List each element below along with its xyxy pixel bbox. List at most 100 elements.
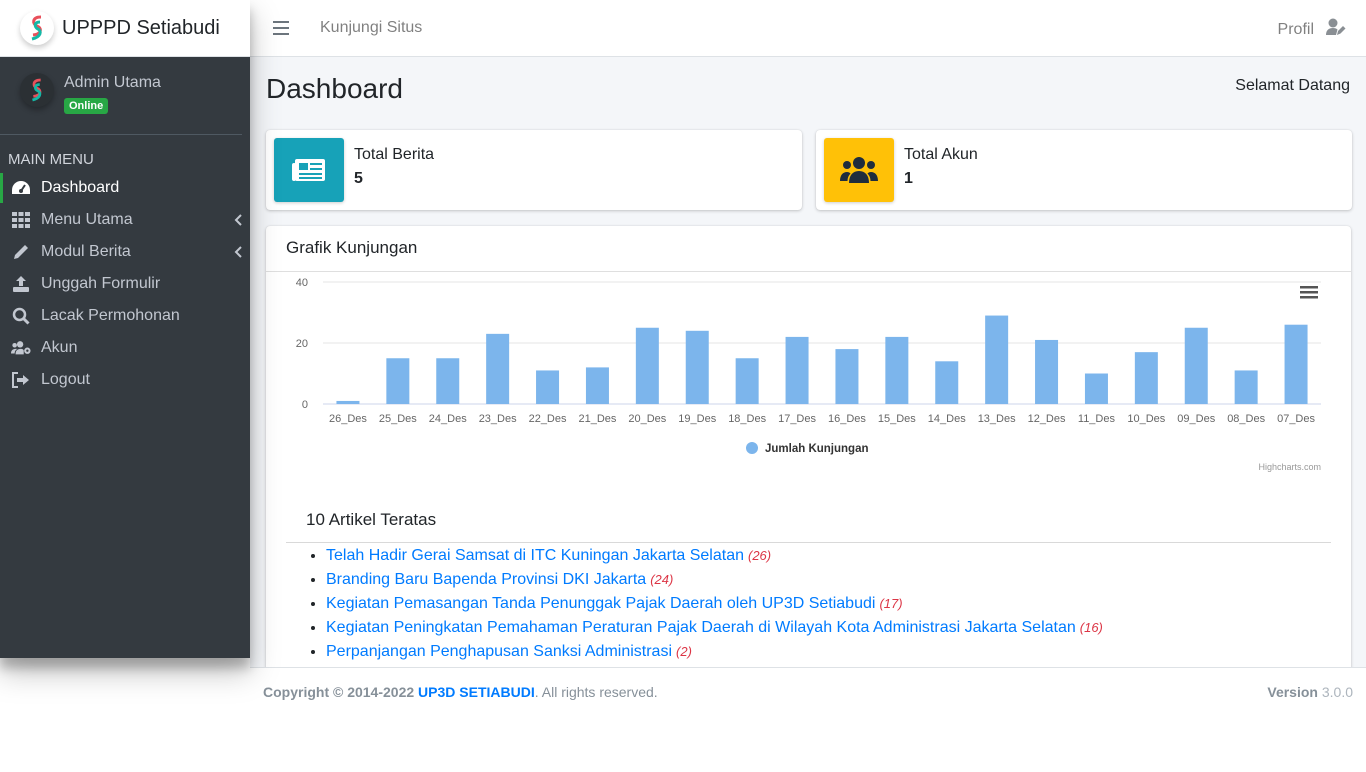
article-count: (17) — [879, 596, 903, 611]
bar — [1084, 373, 1108, 404]
article-count: (16) — [1079, 620, 1103, 635]
x-tick-label: 20_Des — [628, 413, 666, 425]
sidebar-item-menu-utama[interactable]: Menu Utama — [0, 204, 250, 236]
x-tick-label: 17_Des — [778, 413, 816, 425]
bar — [935, 361, 959, 404]
profile-label: Profil — [1277, 20, 1314, 38]
article-link[interactable]: Kegiatan Peningkatan Pemahaman Peraturan… — [326, 619, 1076, 636]
upload-icon — [11, 274, 31, 294]
pencil-icon — [11, 242, 31, 262]
sign-out-icon — [11, 370, 31, 390]
info-box-total-berita: Total Berita 5 — [266, 130, 802, 210]
x-tick-label: 24_Des — [429, 413, 467, 425]
bar — [685, 330, 709, 404]
bar — [635, 327, 659, 404]
welcome-text: Selamat Datang — [1235, 77, 1350, 94]
hamburger-menu-icon[interactable] — [273, 21, 289, 35]
article-link[interactable]: Telah Hadir Gerai Samsat di ITC Kuningan… — [326, 547, 744, 564]
users-cog-icon — [11, 338, 31, 358]
article-link[interactable]: Branding Baru Bapenda Provinsi DKI Jakar… — [326, 571, 646, 588]
x-tick-label: 26_Des — [329, 413, 367, 425]
nav-header: MAIN MENU — [8, 151, 94, 168]
card-title: Grafik Kunjungan — [266, 226, 1351, 272]
bar — [1234, 370, 1258, 404]
visit-bar-chart: 0 20 40 26_Des 25_Des 24_Des 23_Des 22_Des 21_De… — [296, 277, 1321, 472]
y-tick-label: 20 — [296, 338, 308, 350]
x-tick-label: 15_Des — [878, 413, 916, 425]
x-tick-label: 09_Des — [1177, 413, 1215, 425]
newspaper-icon — [274, 138, 344, 202]
x-tick-label: 08_Des — [1227, 413, 1265, 425]
sidebar-item-dashboard[interactable]: Dashboard — [0, 172, 250, 204]
x-tick-label: 10_Des — [1127, 413, 1165, 425]
legend-marker — [746, 442, 758, 454]
bar — [585, 367, 609, 404]
list-item: Branding Baru Bapenda Provinsi DKI Jakar… — [326, 568, 1103, 592]
chart-menu-icon[interactable] — [1300, 286, 1318, 299]
bar — [486, 333, 510, 404]
top-articles-title: 10 Artikel Teratas — [306, 510, 437, 529]
footer-brand-link[interactable]: UP3D SETIABUDI — [418, 684, 535, 700]
version-label: Version — [1267, 684, 1318, 700]
user-name[interactable]: Admin Utama — [64, 74, 161, 92]
info-box-value: 1 — [904, 170, 913, 187]
version-info: Version 3.0.0 — [1267, 684, 1353, 700]
x-tick-label: 18_Des — [728, 413, 766, 425]
copyright-text: Copyright © 2014-2022 — [263, 684, 415, 700]
x-tick-label: 22_Des — [529, 413, 567, 425]
status-badge: Online — [64, 98, 109, 114]
list-item: Perpanjangan Penghapusan Sanksi Administ… — [326, 640, 1103, 664]
users-icon — [824, 138, 894, 202]
y-tick-label: 0 — [302, 399, 308, 411]
sidebar-item-lacak-permohonan[interactable]: Lacak Permohonan — [0, 300, 250, 332]
list-item: Kegiatan Peningkatan Pemahaman Peraturan… — [326, 616, 1103, 640]
chart-credits[interactable]: Highcharts.com — [1258, 462, 1321, 472]
bar — [785, 336, 809, 404]
sidebar-item-unggah-formulir[interactable]: Unggah Formulir — [0, 268, 250, 300]
bar — [386, 358, 410, 404]
sidebar-item-akun[interactable]: Akun — [0, 332, 250, 364]
x-tick-label: 14_Des — [928, 413, 966, 425]
search-icon — [11, 306, 31, 326]
visit-chart-card: Grafik Kunjungan 0 20 40 26_Des 25_Des 24_Des… — [266, 226, 1351, 667]
sidebar: UPPPD Setiabudi Admin Utama Online MAIN … — [0, 0, 250, 658]
info-box-value: 5 — [354, 170, 363, 187]
legend-label: Jumlah Kunjungan — [765, 443, 869, 455]
chevron-left-icon — [234, 213, 242, 231]
sidebar-item-label: Menu Utama — [41, 211, 133, 228]
brand-link[interactable]: UPPPD Setiabudi — [0, 0, 250, 57]
sidebar-item-modul-berita[interactable]: Modul Berita — [0, 236, 250, 268]
x-tick-label: 13_Des — [978, 413, 1016, 425]
info-box-label: Total Berita — [354, 146, 435, 163]
rights-text: . All rights reserved. — [534, 684, 658, 700]
brand-text: UPPPD Setiabudi — [62, 16, 220, 39]
visit-site-link[interactable]: Kunjungi Situs — [320, 19, 422, 37]
article-link[interactable]: Kegiatan Pemasangan Tanda Penunggak Paja… — [326, 595, 875, 612]
footer: Copyright © 2014-2022 UP3D SETIABUDI. Al… — [250, 667, 1366, 715]
bar — [536, 370, 560, 404]
top-navbar: Kunjungi Situs Profil — [250, 0, 1366, 57]
article-count: (24) — [650, 572, 674, 587]
sidebar-item-logout[interactable]: Logout — [0, 364, 250, 396]
info-box-total-akun: Total Akun 1 — [816, 130, 1352, 210]
user-edit-icon — [1314, 18, 1346, 41]
info-box-label: Total Akun — [904, 146, 978, 163]
user-panel: Admin Utama Online — [0, 57, 242, 135]
y-tick-label: 40 — [296, 277, 308, 289]
bar — [1284, 324, 1308, 404]
x-tick-label: 16_Des — [828, 413, 866, 425]
sidebar-item-label: Unggah Formulir — [41, 275, 161, 292]
x-tick-label: 21_Des — [578, 413, 616, 425]
profile-link[interactable]: Profil — [1278, 18, 1346, 41]
list-item: Kegiatan Pemasangan Tanda Penunggak Paja… — [326, 592, 1103, 616]
article-link[interactable]: Perpanjangan Penghapusan Sanksi Administ… — [326, 643, 672, 660]
x-tick-label: 07_Des — [1277, 413, 1315, 425]
tachometer-icon — [11, 178, 31, 198]
article-count: (2) — [676, 644, 692, 659]
bar — [735, 358, 759, 404]
x-tick-label: 12_Des — [1028, 413, 1066, 425]
brand-logo — [20, 11, 54, 45]
avatar[interactable] — [20, 73, 54, 107]
x-tick-label: 23_Des — [479, 413, 517, 425]
sidebar-item-label: Dashboard — [41, 179, 120, 196]
